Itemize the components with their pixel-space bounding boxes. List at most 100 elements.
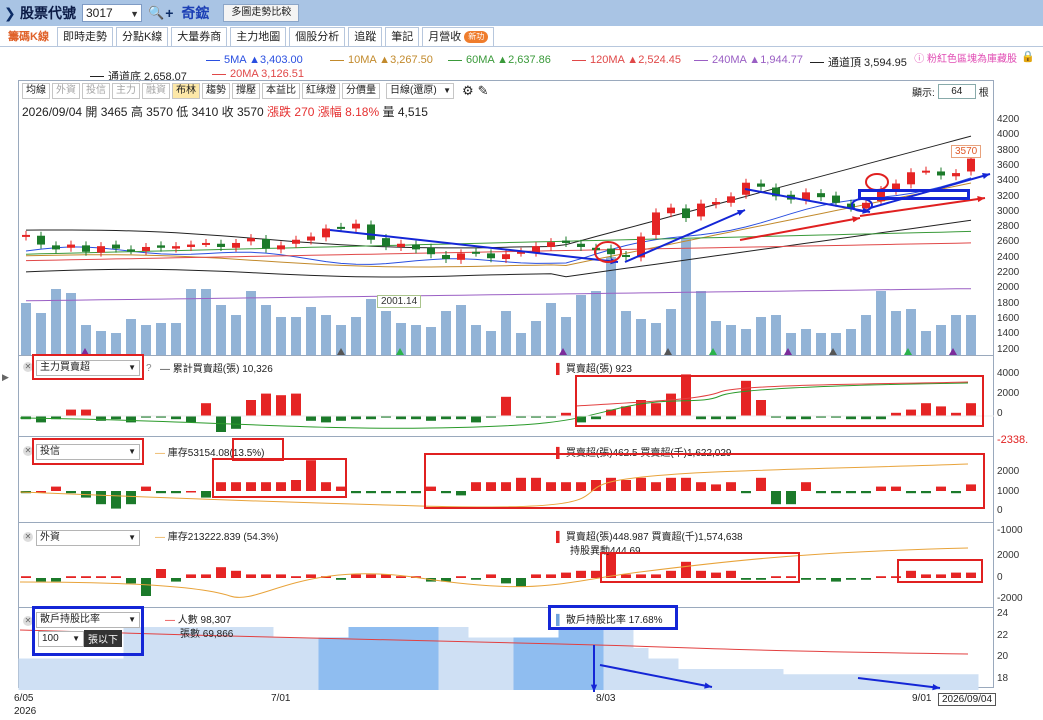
panel3-bar xyxy=(846,578,856,580)
panel4-ratio-bar xyxy=(333,637,349,690)
panel4-ratio-bar xyxy=(543,637,559,690)
panel2-bar xyxy=(96,491,106,505)
volume-bar xyxy=(426,327,436,355)
panel3-bar xyxy=(816,578,826,580)
volume-bar xyxy=(321,315,331,355)
panel3-bar xyxy=(231,570,241,578)
candle-body xyxy=(112,244,120,249)
axis-tick-label: 0 xyxy=(997,505,1003,516)
candle-body xyxy=(412,244,420,250)
panel4-ratio-bar xyxy=(828,674,844,690)
panel4-ratio-bar xyxy=(813,674,829,690)
panel4-ratio-bar xyxy=(108,658,124,690)
volume-bar xyxy=(576,295,586,355)
panel4-ratio-bar xyxy=(768,669,784,690)
volume-bar xyxy=(846,329,856,355)
axis-tick-label: 0 xyxy=(997,571,1003,583)
panel3-bar xyxy=(66,576,76,578)
highlight-box xyxy=(32,354,144,380)
axis-tick-label: 22 xyxy=(997,629,1009,641)
panel3-select[interactable]: 外資 ▼ xyxy=(36,530,140,546)
volume-bar xyxy=(816,333,826,355)
volume-bar xyxy=(141,325,151,355)
volume-bar xyxy=(651,323,661,355)
panel3-bar xyxy=(261,574,271,578)
candle-body xyxy=(937,171,945,176)
candle-body xyxy=(382,238,390,247)
help-icon[interactable]: ? xyxy=(146,363,152,374)
candle-body xyxy=(487,253,495,259)
highlight-box xyxy=(424,453,985,509)
candle-body xyxy=(562,240,570,243)
candle-body xyxy=(502,254,510,260)
candle-body xyxy=(142,246,150,251)
panel4-ratio-bar xyxy=(18,658,34,690)
panel2-bar xyxy=(396,491,406,494)
candle-body xyxy=(127,249,135,252)
panel1-bar xyxy=(291,393,301,416)
candle-body xyxy=(322,228,330,238)
highlight-box xyxy=(897,559,983,583)
panel4-ratio-bar xyxy=(618,627,634,690)
panel4-ratio-bar xyxy=(573,627,589,690)
panel4-ratio-bar xyxy=(423,627,439,690)
panel4-legend-people: — 人數 98,307 xyxy=(165,615,232,626)
panel3-bar xyxy=(351,574,361,578)
candle-body xyxy=(22,234,30,237)
volume-bar xyxy=(876,291,886,355)
panel3-bar xyxy=(156,569,166,578)
panel3-legend-inv-text: 庫存213222.839 (54.3%) xyxy=(167,532,279,543)
candle-body xyxy=(97,246,105,253)
ma240-line xyxy=(25,288,972,302)
volume-bar xyxy=(681,239,691,355)
volume-bar xyxy=(51,289,61,355)
panel3-legend-net: ▌ 買賣超(張)448.987 買賣超(千)1,574,638 xyxy=(556,532,743,543)
panel3-legend-inv: — 庫存213222.839 (54.3%) xyxy=(155,532,279,543)
volume-bar xyxy=(606,257,616,355)
panel1-legend-net: ▌ 買賣超(張) 923 xyxy=(556,364,632,375)
panel3-select-value: 外資 xyxy=(40,532,60,543)
trend-arrow-head xyxy=(982,173,990,180)
panel1-bar xyxy=(201,403,211,416)
volume-bar xyxy=(126,319,136,355)
panel4-ratio-bar xyxy=(663,658,679,690)
volume-bar xyxy=(306,307,316,355)
volume-bar xyxy=(801,329,811,355)
panel3-bar xyxy=(81,576,91,578)
volume-bar xyxy=(636,319,646,355)
panel4-ratio-bar xyxy=(153,627,169,690)
panel4-ratio-bar xyxy=(843,674,859,690)
candle-body xyxy=(922,170,930,173)
panel1-bar xyxy=(186,416,196,423)
volume-bar xyxy=(666,309,676,355)
candle-body xyxy=(352,223,360,229)
candle-body xyxy=(577,243,585,247)
candle-body xyxy=(652,212,660,235)
volume-bar xyxy=(231,315,241,355)
candle-body xyxy=(472,251,480,254)
panel2-bar xyxy=(171,491,181,494)
candle-body xyxy=(952,173,960,177)
panel4-ratio-bar xyxy=(393,627,409,690)
axis-tick-label: 4000 xyxy=(997,368,1020,379)
volume-bar xyxy=(891,311,901,355)
panel2-bar xyxy=(156,491,166,494)
close-panel-icon[interactable]: ✕ xyxy=(23,532,33,542)
highlight-box xyxy=(548,605,678,630)
panel3-head: 外資 ▼ xyxy=(36,530,140,546)
panel3-bar xyxy=(291,576,301,578)
highlight-box xyxy=(32,438,144,465)
panel3-bar xyxy=(201,574,211,578)
panel3-bar xyxy=(306,574,316,578)
chevron-down-icon[interactable]: ▼ xyxy=(128,531,136,545)
panel1-legend-cum-text: 累計買賣超(張) 10,326 xyxy=(172,364,273,375)
trend-arrow xyxy=(739,217,861,241)
volume-bar xyxy=(96,331,106,355)
candle-body xyxy=(607,248,615,255)
volume-bar xyxy=(171,323,181,355)
panel4-ratio-bar xyxy=(408,627,424,690)
candle-body xyxy=(67,244,75,248)
panel4-ratio-bar xyxy=(303,637,319,690)
highlight-box xyxy=(212,458,347,498)
panel4-ratio-bar xyxy=(723,669,739,690)
